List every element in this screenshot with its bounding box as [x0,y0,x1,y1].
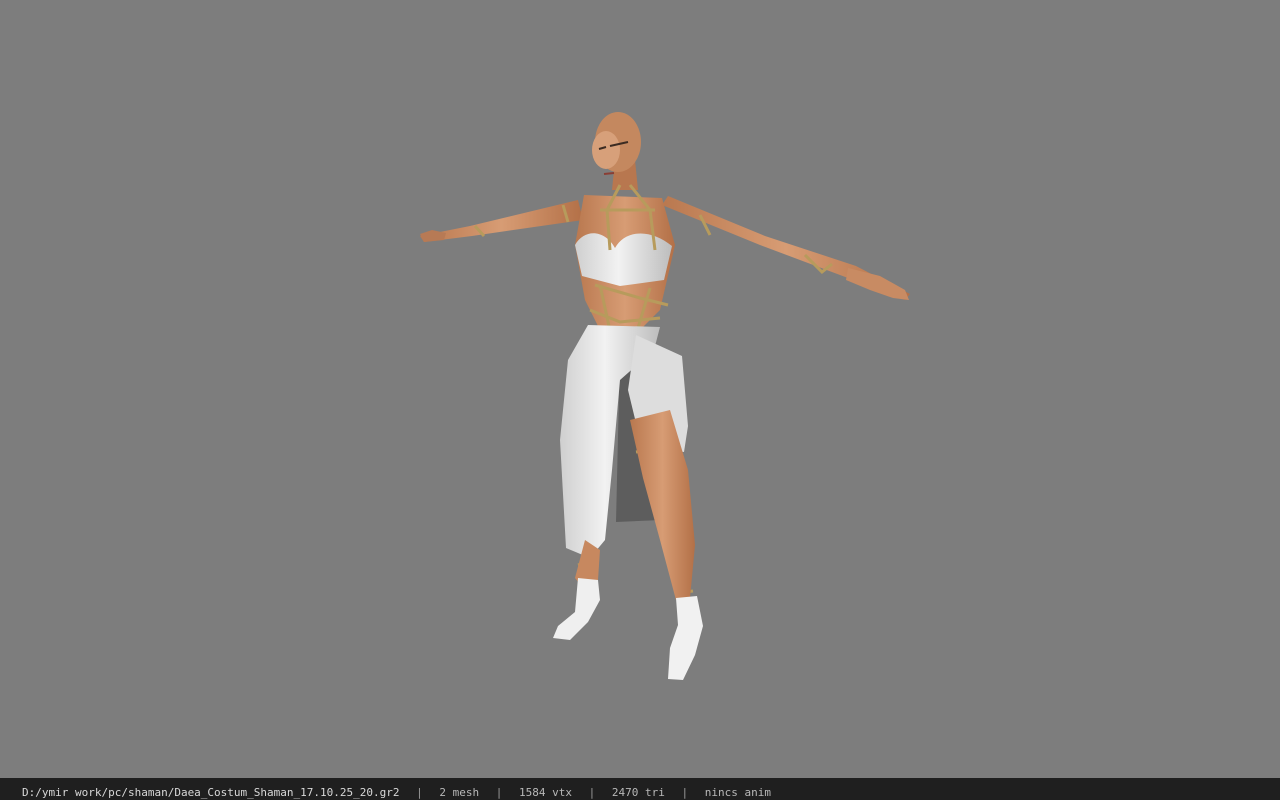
separator: | [681,786,689,799]
status-bar: D:/ymir work/pc/shaman/Daea_Costum_Shama… [0,778,1280,800]
triangle-count: 2470 tri [611,786,665,799]
separator: | [588,786,596,799]
left-shoe [553,578,600,640]
file-path: D:/ymir work/pc/shaman/Daea_Costum_Shama… [22,786,400,799]
character-model [420,112,910,680]
animation-status: nincs anim [704,786,771,799]
separator: | [416,786,423,799]
vertex-count: 1584 vtx [519,786,572,799]
separator: | [495,786,503,799]
right-shoe [668,596,703,680]
3d-viewport[interactable] [0,0,1280,778]
mesh-count: 2 mesh [439,786,480,799]
